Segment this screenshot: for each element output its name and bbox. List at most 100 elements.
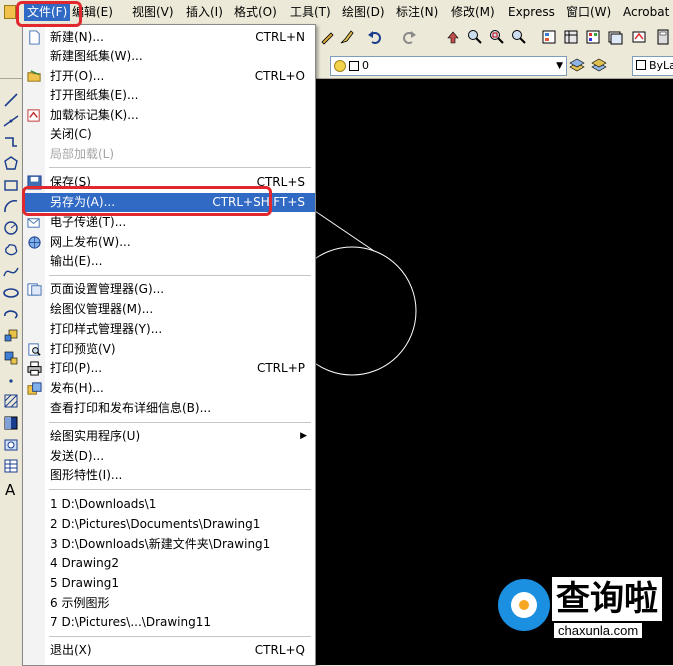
menu-insert[interactable]: 插入(I) — [186, 3, 223, 21]
menu-tools[interactable]: 工具(T) — [290, 3, 331, 21]
menu-item-label: 打印样式管理器(Y)... — [50, 322, 163, 336]
menu-item-label: 绘图实用程序(U) — [50, 429, 141, 443]
insert-block-icon[interactable] — [2, 327, 20, 345]
publish-icon — [26, 380, 42, 396]
menu-express[interactable]: Express — [508, 3, 555, 21]
etransmit-icon — [26, 214, 42, 230]
sheet-set-icon[interactable] — [606, 28, 624, 46]
menu-separator — [49, 489, 311, 490]
rectangle-icon[interactable] — [2, 176, 20, 194]
menu-item-open[interactable]: 打开(O)... CTRL+O — [23, 67, 315, 86]
menu-item-export[interactable]: 输出(E)... — [23, 252, 315, 271]
layer-dropdown[interactable]: 0 ▼ — [330, 56, 567, 76]
revision-cloud-icon[interactable] — [2, 241, 20, 259]
app-icon — [4, 5, 16, 19]
annotation-highlight-file-menu — [16, 1, 82, 27]
menu-item-exit[interactable]: 退出(X) CTRL+Q — [23, 641, 315, 660]
menu-item-label: 7 D:\Pictures\...\Drawing11 — [50, 615, 211, 629]
draw-toolbar: A — [0, 79, 23, 665]
menu-view[interactable]: 视图(V) — [132, 3, 174, 21]
menu-dimension[interactable]: 标注(N) — [396, 3, 438, 21]
zoom-window-icon[interactable] — [488, 28, 506, 46]
menu-item-label: 查看打印和发布详细信息(B)... — [50, 401, 212, 415]
polyline-icon[interactable] — [2, 133, 20, 151]
tool-palettes-icon[interactable] — [584, 28, 602, 46]
menu-item-print-preview[interactable]: 打印预览(V) — [23, 340, 315, 359]
menu-item-label: 打印预览(V) — [50, 342, 116, 356]
layer-previous-icon[interactable] — [568, 56, 586, 74]
table-icon[interactable] — [2, 457, 20, 475]
menu-draw[interactable]: 绘图(D) — [342, 3, 385, 21]
menu-separator — [49, 275, 311, 276]
menu-item-send[interactable]: 发送(D)... — [23, 447, 315, 466]
color-control-value: ByLayer — [649, 59, 673, 72]
menu-item-drawing-utilities[interactable]: 绘图实用程序(U) ▶ — [23, 427, 315, 446]
menu-window[interactable]: 窗口(W) — [566, 3, 611, 21]
menu-acrobat[interactable]: Acrobat — [623, 3, 669, 21]
properties-icon[interactable] — [540, 28, 558, 46]
menu-item-recent-2[interactable]: 2 D:\Pictures\Documents\Drawing1 — [23, 515, 315, 534]
layer-manager-icon[interactable] — [590, 56, 608, 74]
arc-icon[interactable] — [2, 197, 20, 215]
undo-icon[interactable] — [366, 28, 384, 46]
gradient-icon[interactable] — [2, 414, 20, 432]
menu-item-recent-7[interactable]: 7 D:\Pictures\...\Drawing11 — [23, 613, 315, 632]
zoom-previous-icon[interactable] — [510, 28, 528, 46]
point-icon[interactable] — [2, 371, 20, 389]
spline-icon[interactable] — [2, 263, 20, 281]
menu-item-recent-6[interactable]: 6 示例图形 — [23, 594, 315, 613]
menu-item-page-setup-manager[interactable]: 页面设置管理器(G)... — [23, 280, 315, 299]
region-icon[interactable] — [2, 436, 20, 454]
menu-item-recent-1[interactable]: 1 D:\Downloads\1 — [23, 495, 315, 514]
menu-item-drawing-properties[interactable]: 图形特性(I)... — [23, 466, 315, 485]
menu-item-label: 局部加载(L) — [50, 147, 115, 161]
paintbrush-icon[interactable] — [338, 28, 356, 46]
hatch-icon[interactable] — [2, 392, 20, 410]
menu-item-new[interactable]: 新建(N)... CTRL+N — [23, 28, 315, 47]
file-menu: 新建(N)... CTRL+N 新建图纸集(W)... 打开(O)... CTR… — [22, 24, 316, 666]
construction-line-icon[interactable] — [2, 111, 20, 129]
markup-manager-icon[interactable] — [630, 28, 648, 46]
menu-item-open-sheet-set[interactable]: 打开图纸集(E)... — [23, 86, 315, 105]
circle-icon[interactable] — [2, 219, 20, 237]
menu-modify[interactable]: 修改(M) — [451, 3, 495, 21]
menu-item-publish-web[interactable]: 网上发布(W)... — [23, 233, 315, 252]
polygon-icon[interactable] — [2, 154, 20, 172]
menu-item-shortcut: CTRL+Q — [254, 643, 305, 657]
menu-item-plot-publish-details[interactable]: 查看打印和发布详细信息(B)... — [23, 399, 315, 418]
menu-item-recent-4[interactable]: 4 Drawing2 — [23, 554, 315, 573]
menu-item-publish[interactable]: 发布(H)... — [23, 379, 315, 398]
menu-item-plotter-manager[interactable]: 绘图仪管理器(M)... — [23, 300, 315, 319]
ellipse-icon[interactable] — [2, 284, 20, 302]
menu-item-label: 加载标记集(K)... — [50, 108, 139, 122]
menu-item-label: 2 D:\Pictures\Documents\Drawing1 — [50, 517, 261, 531]
layer-color-swatch — [349, 61, 359, 71]
markup-icon — [26, 107, 42, 123]
menu-item-print[interactable]: 打印(P)... CTRL+P — [23, 359, 315, 378]
multiline-text-icon[interactable]: A — [2, 480, 20, 498]
open-folder-icon — [26, 68, 42, 84]
color-control-dropdown[interactable]: ByLayer — [632, 56, 673, 76]
match-properties-icon[interactable] — [318, 28, 336, 46]
line-icon[interactable] — [2, 91, 20, 109]
zoom-realtime-icon[interactable] — [466, 28, 484, 46]
design-center-icon[interactable] — [562, 28, 580, 46]
menu-item-label: 5 Drawing1 — [50, 576, 119, 590]
menu-item-load-markup-set[interactable]: 加载标记集(K)... — [23, 106, 315, 125]
menu-item-partial-load: 局部加载(L) — [23, 145, 315, 164]
menu-item-close[interactable]: 关闭(C) — [23, 125, 315, 144]
menu-format[interactable]: 格式(O) — [234, 3, 277, 21]
menu-item-recent-3[interactable]: 3 D:\Downloads\新建文件夹\Drawing1 — [23, 535, 315, 554]
menu-item-label: 网上发布(W)... — [50, 235, 131, 249]
menu-item-label: 绘图仪管理器(M)... — [50, 302, 154, 316]
make-block-icon[interactable] — [2, 349, 20, 367]
ellipse-arc-icon[interactable] — [2, 306, 20, 324]
redo-icon[interactable] — [400, 28, 418, 46]
menu-item-shortcut: CTRL+O — [254, 69, 305, 83]
menu-item-recent-5[interactable]: 5 Drawing1 — [23, 574, 315, 593]
menu-item-new-sheet-set[interactable]: 新建图纸集(W)... — [23, 47, 315, 66]
pan-icon[interactable] — [444, 28, 462, 46]
calculator-icon[interactable] — [654, 28, 672, 46]
menu-item-plot-style-manager[interactable]: 打印样式管理器(Y)... — [23, 320, 315, 339]
submenu-arrow-icon: ▶ — [300, 431, 307, 441]
